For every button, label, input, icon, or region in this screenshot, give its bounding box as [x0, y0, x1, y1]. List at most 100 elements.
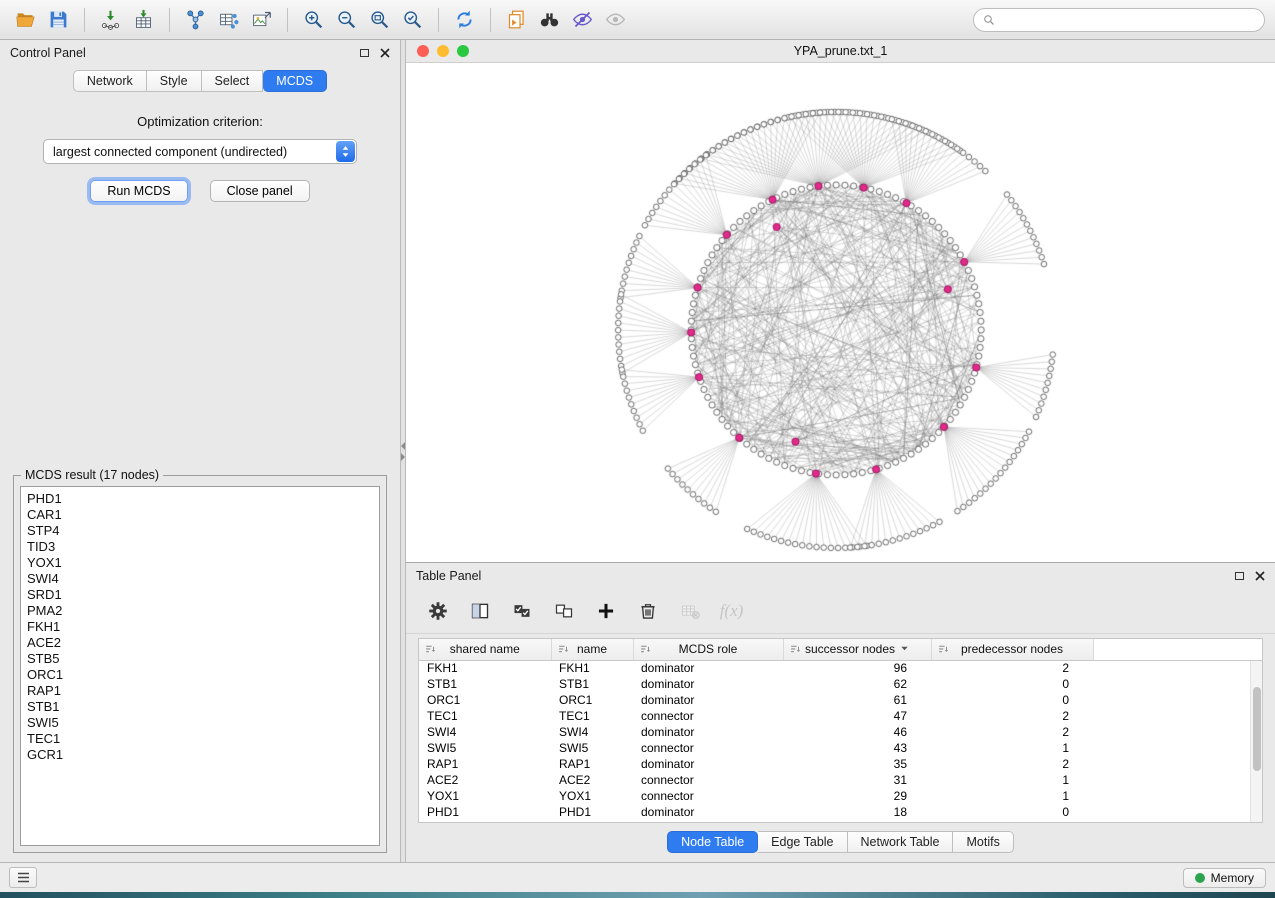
zoom-selected-icon[interactable]	[397, 5, 428, 34]
select-all-icon[interactable]	[508, 598, 535, 625]
import-table-icon[interactable]	[128, 5, 159, 34]
tab-node-table[interactable]: Node Table	[667, 831, 758, 853]
search-box[interactable]	[973, 8, 1265, 32]
tab-motifs[interactable]: Motifs	[953, 831, 1013, 853]
sort-icon	[424, 643, 437, 656]
toolbar-separator	[169, 8, 170, 32]
zoom-out-icon[interactable]	[331, 5, 362, 34]
cell-name: YOX1	[551, 788, 633, 804]
new-column-icon[interactable]	[592, 598, 619, 625]
refresh-layout-icon[interactable]	[449, 5, 480, 34]
cell-successor-nodes: 96	[783, 660, 931, 676]
close-table-panel-icon[interactable]	[1255, 571, 1265, 581]
node-table-body: FKH1FKH1dominator962STB1STB1dominator620…	[419, 660, 1262, 820]
table-row[interactable]: ACE2ACE2connector311	[419, 772, 1262, 788]
table-row[interactable]: SWI5SWI5connector431	[419, 740, 1262, 756]
cell-mcds-role: dominator	[633, 804, 783, 820]
network-table-icon[interactable]	[213, 5, 244, 34]
minimize-window-icon[interactable]	[437, 45, 449, 57]
cell-successor-nodes: 35	[783, 756, 931, 772]
cell-mcds-role: dominator	[633, 676, 783, 692]
find-icon[interactable]	[534, 5, 565, 34]
open-file-icon[interactable]	[10, 5, 41, 34]
cell-shared-name: STB1	[419, 676, 551, 692]
collapse-left-icon[interactable]	[401, 442, 405, 450]
task-history-button[interactable]	[9, 867, 37, 888]
control-panel-tabs: NetworkStyleSelectMCDS	[0, 70, 400, 92]
cell-name: SWI5	[551, 740, 633, 756]
scrollbar-thumb[interactable]	[1253, 687, 1261, 771]
deselect-all-icon[interactable]	[550, 598, 577, 625]
memory-button[interactable]: Memory	[1183, 868, 1266, 888]
search-input[interactable]	[1001, 13, 1255, 27]
copy-network-icon[interactable]	[501, 5, 532, 34]
tab-edge-table[interactable]: Edge Table	[758, 831, 847, 853]
cell-shared-name: TEC1	[419, 708, 551, 724]
cell-predecessor-nodes: 0	[931, 804, 1093, 820]
import-network-icon[interactable]	[95, 5, 126, 34]
tab-mcds[interactable]: MCDS	[263, 70, 327, 92]
chevron-updown-icon	[336, 141, 355, 162]
table-panel: Table Panel f(x) shared namenameMCDS rol…	[406, 563, 1275, 862]
settings-gear-icon[interactable]	[424, 598, 451, 625]
tab-style[interactable]: Style	[147, 70, 202, 92]
column-header-predecessor-nodes[interactable]: predecessor nodes	[931, 639, 1093, 660]
cell-successor-nodes: 31	[783, 772, 931, 788]
maximize-window-icon[interactable]	[457, 45, 469, 57]
mcds-result-list[interactable]: PHD1CAR1STP4TID3YOX1SWI4SRD1PMA2FKH1ACE2…	[20, 486, 380, 846]
column-visibility-icon[interactable]	[466, 598, 493, 625]
tab-select[interactable]: Select	[202, 70, 264, 92]
new-network-icon[interactable]	[180, 5, 211, 34]
hide-selected-icon[interactable]	[567, 5, 598, 34]
close-panel-icon[interactable]	[380, 48, 390, 58]
table-row[interactable]: YOX1YOX1connector291	[419, 788, 1262, 804]
table-row[interactable]: FKH1FKH1dominator962	[419, 660, 1262, 676]
cell-predecessor-nodes: 0	[931, 692, 1093, 708]
float-table-panel-icon[interactable]	[1235, 572, 1244, 580]
network-titlebar[interactable]: YPA_prune.txt_1	[406, 40, 1275, 63]
network-canvas[interactable]	[406, 63, 1275, 562]
mcds-result-node: SWI4	[27, 571, 379, 587]
table-row[interactable]: SWI4SWI4dominator462	[419, 724, 1262, 740]
column-header-filler	[1093, 639, 1262, 660]
cell-mcds-role: connector	[633, 708, 783, 724]
table-scrollbar[interactable]	[1250, 661, 1262, 822]
function-builder-label: f(x)	[720, 601, 744, 621]
tab-network-table[interactable]: Network Table	[848, 831, 954, 853]
export-image-icon[interactable]	[246, 5, 277, 34]
column-header-successor-nodes[interactable]: successor nodes	[783, 639, 931, 660]
close-window-icon[interactable]	[417, 45, 429, 57]
tab-network[interactable]: Network	[73, 70, 147, 92]
table-row[interactable]: ORC1ORC1dominator610	[419, 692, 1262, 708]
mcds-result-node: STB5	[27, 651, 379, 667]
column-label: successor nodes	[805, 642, 895, 656]
delete-column-icon[interactable]	[634, 598, 661, 625]
run-mcds-button[interactable]: Run MCDS	[90, 180, 187, 202]
zoom-in-icon[interactable]	[298, 5, 329, 34]
cell-shared-name: ACE2	[419, 772, 551, 788]
close-panel-button[interactable]: Close panel	[210, 180, 310, 202]
cell-name: STB1	[551, 676, 633, 692]
table-row[interactable]: STB1STB1dominator620	[419, 676, 1262, 692]
float-panel-icon[interactable]	[360, 49, 369, 57]
column-label: shared name	[450, 642, 520, 656]
column-label: name	[577, 642, 607, 656]
collapse-right-icon[interactable]	[401, 453, 405, 461]
criterion-dropdown[interactable]: largest connected component (undirected)	[43, 139, 357, 164]
cell-filler	[1093, 756, 1262, 772]
cell-predecessor-nodes: 2	[931, 660, 1093, 676]
desktop-wallpaper-strip	[0, 892, 1275, 898]
table-row[interactable]: RAP1RAP1dominator352	[419, 756, 1262, 772]
cell-filler	[1093, 740, 1262, 756]
mcds-result-node: ACE2	[27, 635, 379, 651]
column-label: predecessor nodes	[961, 642, 1063, 656]
save-session-icon[interactable]	[43, 5, 74, 34]
column-header-shared-name[interactable]: shared name	[419, 639, 551, 660]
table-row[interactable]: PHD1PHD1dominator180	[419, 804, 1262, 820]
column-header-mcds-role[interactable]: MCDS role	[633, 639, 783, 660]
cell-successor-nodes: 47	[783, 708, 931, 724]
table-row[interactable]: TEC1TEC1connector472	[419, 708, 1262, 724]
column-header-name[interactable]: name	[551, 639, 633, 660]
cell-name: PHD1	[551, 804, 633, 820]
zoom-fit-icon[interactable]	[364, 5, 395, 34]
